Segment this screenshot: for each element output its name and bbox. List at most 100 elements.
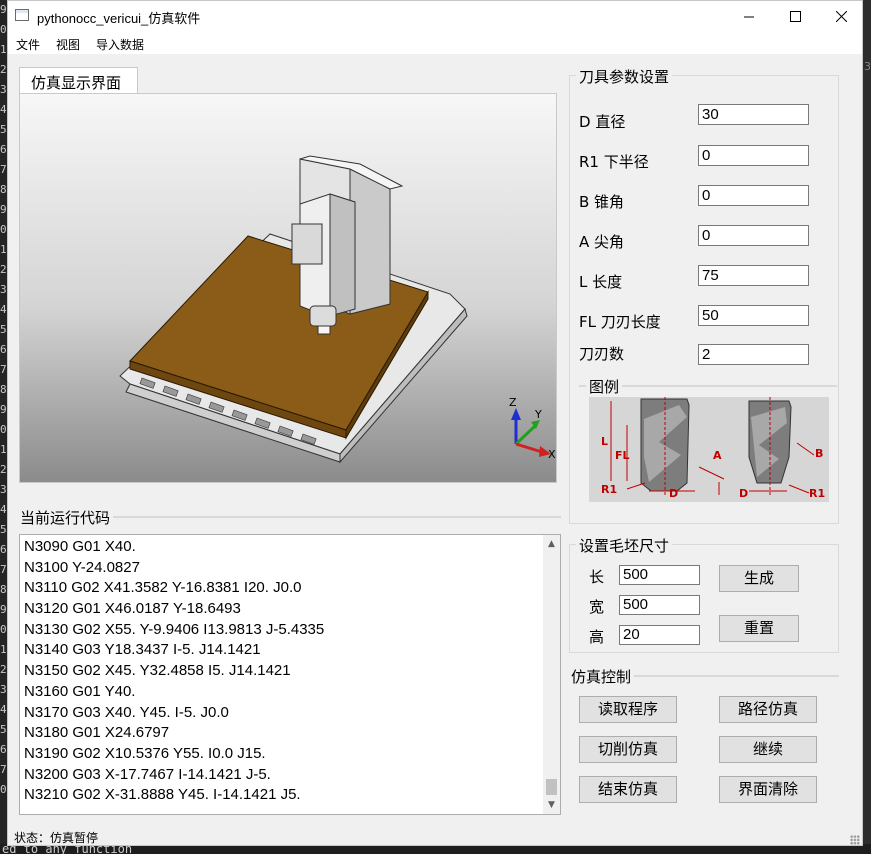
resize-grip-icon[interactable]: [850, 835, 860, 845]
background-line-number: 0: [0, 423, 7, 436]
background-line-number: 5: [0, 723, 7, 736]
code-line[interactable]: N3160 G01 Y40.: [20, 683, 560, 704]
code-line[interactable]: N3090 G01 X40.: [20, 538, 560, 559]
code-line[interactable]: N3100 Y-24.0827: [20, 559, 560, 580]
tool-param-input[interactable]: 0: [698, 225, 809, 246]
code-line[interactable]: N3170 G03 X40. Y45. I-5. J0.0: [20, 704, 560, 725]
code-line[interactable]: N3120 G01 X46.0187 Y-18.6493: [20, 600, 560, 621]
background-line-number: 7: [0, 163, 7, 176]
tool-param-input[interactable]: 50: [698, 305, 809, 326]
continue-button[interactable]: 继续: [719, 736, 817, 763]
background-line-number: 2: [0, 463, 7, 476]
end-sim-button[interactable]: 结束仿真: [579, 776, 677, 803]
background-line-number: 9: [0, 603, 7, 616]
scroll-up-icon[interactable]: ▲: [543, 537, 560, 551]
background-line-number: 0: [0, 23, 7, 36]
code-line[interactable]: N3190 G02 X10.5376 Y55. I0.0 J15.: [20, 745, 560, 766]
path-sim-button[interactable]: 路径仿真: [719, 696, 817, 723]
background-line-number: 2: [0, 63, 7, 76]
background-line-number: 4: [0, 703, 7, 716]
tool-param-label: L 长度: [579, 273, 623, 291]
legend-label-a: A: [713, 449, 722, 462]
background-line-number: 5: [0, 523, 7, 536]
background-line-number: 8: [0, 583, 7, 596]
background-line-number: 3: [0, 83, 7, 96]
background-line-number: 1: [0, 643, 7, 656]
code-line[interactable]: N3200 G03 X-17.7467 I-14.1421 J-5.: [20, 766, 560, 787]
blank-size-label: 高: [589, 628, 605, 646]
background-line-number: 6: [0, 743, 7, 756]
minimize-button[interactable]: [726, 1, 772, 32]
maximize-button[interactable]: [772, 1, 818, 32]
read-program-button[interactable]: 读取程序: [579, 696, 677, 723]
legend-label-d-right: D: [739, 487, 748, 500]
code-scrollbar[interactable]: ▲ ▼: [543, 535, 560, 814]
legend-label-l: L: [601, 435, 608, 448]
background-line-number: 0: [0, 623, 7, 636]
tool-param-input[interactable]: 0: [698, 185, 809, 206]
window-title: pythonocc_vericui_仿真软件: [37, 11, 201, 26]
scroll-thumb[interactable]: [546, 779, 557, 795]
tool-diagram: L FL R1 D A B D R1: [589, 397, 829, 502]
background-line-number: 1: [0, 43, 7, 56]
app-icon: [15, 9, 29, 21]
menu-view[interactable]: 视图: [56, 36, 80, 53]
background-line-number: 9: [0, 403, 7, 416]
menu-bar: 文件 视图 导入数据: [8, 32, 862, 54]
blank-size-input[interactable]: 500: [619, 565, 700, 585]
3d-viewport[interactable]: Z Y X: [19, 93, 557, 483]
tool-param-input[interactable]: 2: [698, 344, 809, 365]
legend-title: 图例: [586, 376, 623, 397]
blank-size-label: 宽: [589, 598, 605, 616]
background-line-number: 4: [0, 103, 7, 116]
background-line-number: 3: [0, 683, 7, 696]
axis-y-label: Y: [534, 408, 542, 421]
legend-label-b: B: [815, 447, 823, 460]
clear-button[interactable]: 界面清除: [719, 776, 817, 803]
generate-button[interactable]: 生成: [719, 565, 799, 592]
scroll-down-icon[interactable]: ▼: [543, 798, 560, 812]
background-line-number: 5: [0, 323, 7, 336]
background-line-number: 4: [0, 303, 7, 316]
main-window: pythonocc_vericui_仿真软件 文件 视图 导入数据 仿真显示界面: [7, 0, 863, 846]
background-line-number: 7: [0, 563, 7, 576]
machine-model-render: Z Y X: [119, 155, 556, 464]
blank-size-input[interactable]: 20: [619, 625, 700, 645]
code-line[interactable]: N3180 G01 X24.6797: [20, 724, 560, 745]
tool-param-input[interactable]: 30: [698, 104, 809, 125]
background-line-number: 3: [0, 283, 7, 296]
code-lines: N3090 G01 X40. N3100 Y-24.0827 N3110 G02 X…: [20, 535, 560, 807]
code-line[interactable]: N3140 G03 Y18.3437 I-5. J14.1421: [20, 641, 560, 662]
background-line-number: 6: [0, 343, 7, 356]
title-bar: pythonocc_vericui_仿真软件: [8, 1, 862, 32]
background-line-number: 1: [0, 443, 7, 456]
reset-button[interactable]: 重置: [719, 615, 799, 642]
background-line-number: 5: [0, 123, 7, 136]
tool-param-label: FL 刀刃长度: [579, 313, 661, 331]
background-line-number: 1: [0, 243, 7, 256]
menu-import-data[interactable]: 导入数据: [96, 36, 144, 53]
code-line[interactable]: N3110 G02 X41.3582 Y-16.8381 I20. J0.0: [20, 579, 560, 600]
axis-z-label: Z: [509, 396, 517, 409]
background-line-number: 7: [0, 363, 7, 376]
tool-param-input[interactable]: 75: [698, 265, 809, 286]
cut-sim-button[interactable]: 切削仿真: [579, 736, 677, 763]
tool-param-label: B 锥角: [579, 193, 625, 211]
code-list[interactable]: N3090 G01 X40. N3100 Y-24.0827 N3110 G02 X…: [19, 534, 561, 815]
background-line-number: 6: [0, 143, 7, 156]
code-line[interactable]: N3210 G02 X-31.8888 Y45. I-14.1421 J5.: [20, 786, 560, 807]
axis-triad: Z Y X: [509, 396, 556, 461]
menu-file[interactable]: 文件: [16, 36, 40, 53]
tab-simulation-display[interactable]: 仿真显示界面: [19, 67, 138, 94]
legend-label-r1-right: R1: [809, 487, 825, 500]
blank-size-input[interactable]: 500: [619, 595, 700, 615]
background-line-number: 6: [0, 543, 7, 556]
background-line-number: 2: [0, 663, 7, 676]
tool-param-input[interactable]: 0: [698, 145, 809, 166]
background-line-number: 0: [0, 783, 7, 796]
code-line[interactable]: N3130 G02 X55. Y-9.9406 I13.9813 J-5.433…: [20, 621, 560, 642]
status-bar: 状态：仿真暂停: [8, 825, 862, 845]
close-button[interactable]: [818, 1, 862, 32]
tool-param-label: A 尖角: [579, 233, 625, 251]
code-line[interactable]: N3150 G02 X45. Y32.4858 I5. J14.1421: [20, 662, 560, 683]
